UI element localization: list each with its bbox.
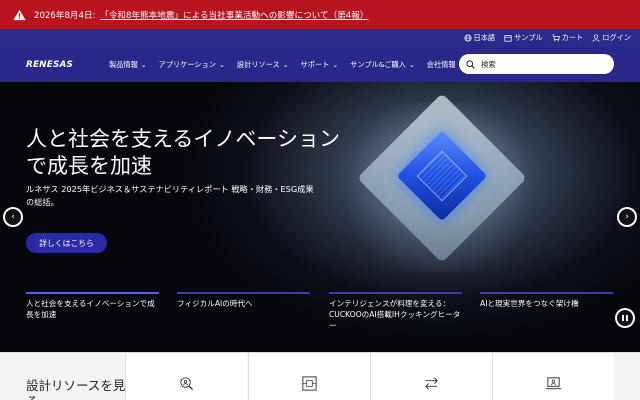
laptop-user-icon	[545, 377, 562, 390]
renesas-logo[interactable]: RENESAS	[26, 60, 90, 70]
chevron-left-icon: ‹	[5, 209, 21, 225]
board-icon	[302, 376, 317, 391]
chevron-down-icon: ⌄	[332, 60, 339, 69]
chevron-right-icon: ›	[619, 209, 635, 225]
sample-label: サンプル	[514, 33, 543, 42]
resource-card[interactable]	[248, 353, 370, 400]
cart-label: カート	[561, 33, 584, 42]
slide-tab[interactable]: AIと現実世界をつなぐ架け橋	[480, 292, 613, 309]
search-people-icon	[180, 377, 194, 391]
section-title: 設計リソースを見る	[26, 378, 126, 400]
login-link[interactable]: ログイン	[592, 33, 631, 43]
nav-item-support[interactable]: サポート ⌄	[295, 60, 345, 70]
hero-title: 人と社会を支えるイノベーションで成長を加速	[26, 127, 340, 178]
resource-card[interactable]	[492, 353, 614, 400]
language-selector[interactable]: 日本語	[463, 33, 496, 43]
hero-subtitle: ルネサス 2025年ビジネス＆サステナビリティレポート 戦略・財務・ESG成果の…	[26, 184, 314, 207]
chevron-down-icon: ⌄	[140, 60, 147, 69]
alert-date: 2026年8月4日:	[34, 10, 96, 21]
slide-tab[interactable]: 人と社会を支えるイノベーションで成長を加速	[26, 292, 159, 320]
nav-item-design-resources[interactable]: 設計リソース ⌄	[231, 60, 295, 70]
hero-carousel: 人と社会を支えるイノベーションで成長を加速 ルネサス 2025年ビジネス＆サステ…	[0, 82, 640, 352]
chevron-down-icon: ⌄	[219, 60, 225, 69]
learn-more-button[interactable]: 詳しくはこちら	[26, 233, 107, 253]
slide-tab[interactable]: インテリジェンスが料理を変える：CUCKOOのAI搭載IHクッキングヒーター	[329, 292, 462, 331]
alert-bar: 2026年8月4日: 「令和8年熊本地震」による当社事業活動への影響について（第…	[0, 0, 640, 29]
pause-button[interactable]	[615, 308, 635, 328]
nav-item-applications[interactable]: アプリケーション ⌄	[153, 60, 231, 70]
cart-link[interactable]: カート	[552, 33, 584, 43]
utility-bar: 日本語 サンプル カート ログイン	[0, 29, 640, 47]
nav-item-products[interactable]: 製品情報 ⌄	[103, 60, 153, 70]
warning-icon	[8, 9, 30, 21]
search-input[interactable]: 検索	[459, 54, 614, 74]
resource-card[interactable]	[370, 353, 492, 400]
swap-arrows-icon	[425, 377, 438, 390]
chevron-down-icon: ⌄	[282, 60, 289, 69]
login-label: ログイン	[602, 33, 631, 42]
resource-card[interactable]	[125, 353, 247, 400]
pause-icon	[617, 310, 633, 326]
main-nav: RENESAS 製品情報 ⌄ アプリケーション ⌄ 設計リソース ⌄ サポート ⌄ サン…	[0, 47, 640, 82]
design-resources-section: 設計リソースを見る	[0, 352, 640, 400]
next-slide-button[interactable]: ›	[617, 207, 637, 227]
search-placeholder: 検索	[481, 59, 496, 69]
cart-icon	[552, 34, 560, 42]
search-icon	[466, 59, 475, 69]
chevron-down-icon: ⌄	[408, 60, 415, 69]
language-label: 日本語	[473, 33, 496, 42]
slide-tabs: 人と社会を支えるイノベーションで成長を加速 フィジカルAIの時代へ インテリジェ…	[26, 292, 616, 342]
nav-item-sample-buy[interactable]: サンプル&ご購入 ⌄	[344, 60, 421, 70]
alert-link[interactable]: 「令和8年熊本地震」による当社事業活動への影響について（第4報）	[100, 11, 368, 21]
user-icon	[592, 34, 600, 42]
slide-tab[interactable]: フィジカルAIの時代へ	[177, 292, 310, 309]
sample-link[interactable]: サンプル	[504, 33, 543, 43]
box-icon	[504, 35, 512, 42]
prev-slide-button[interactable]: ‹	[3, 207, 23, 227]
globe-icon	[463, 34, 472, 42]
